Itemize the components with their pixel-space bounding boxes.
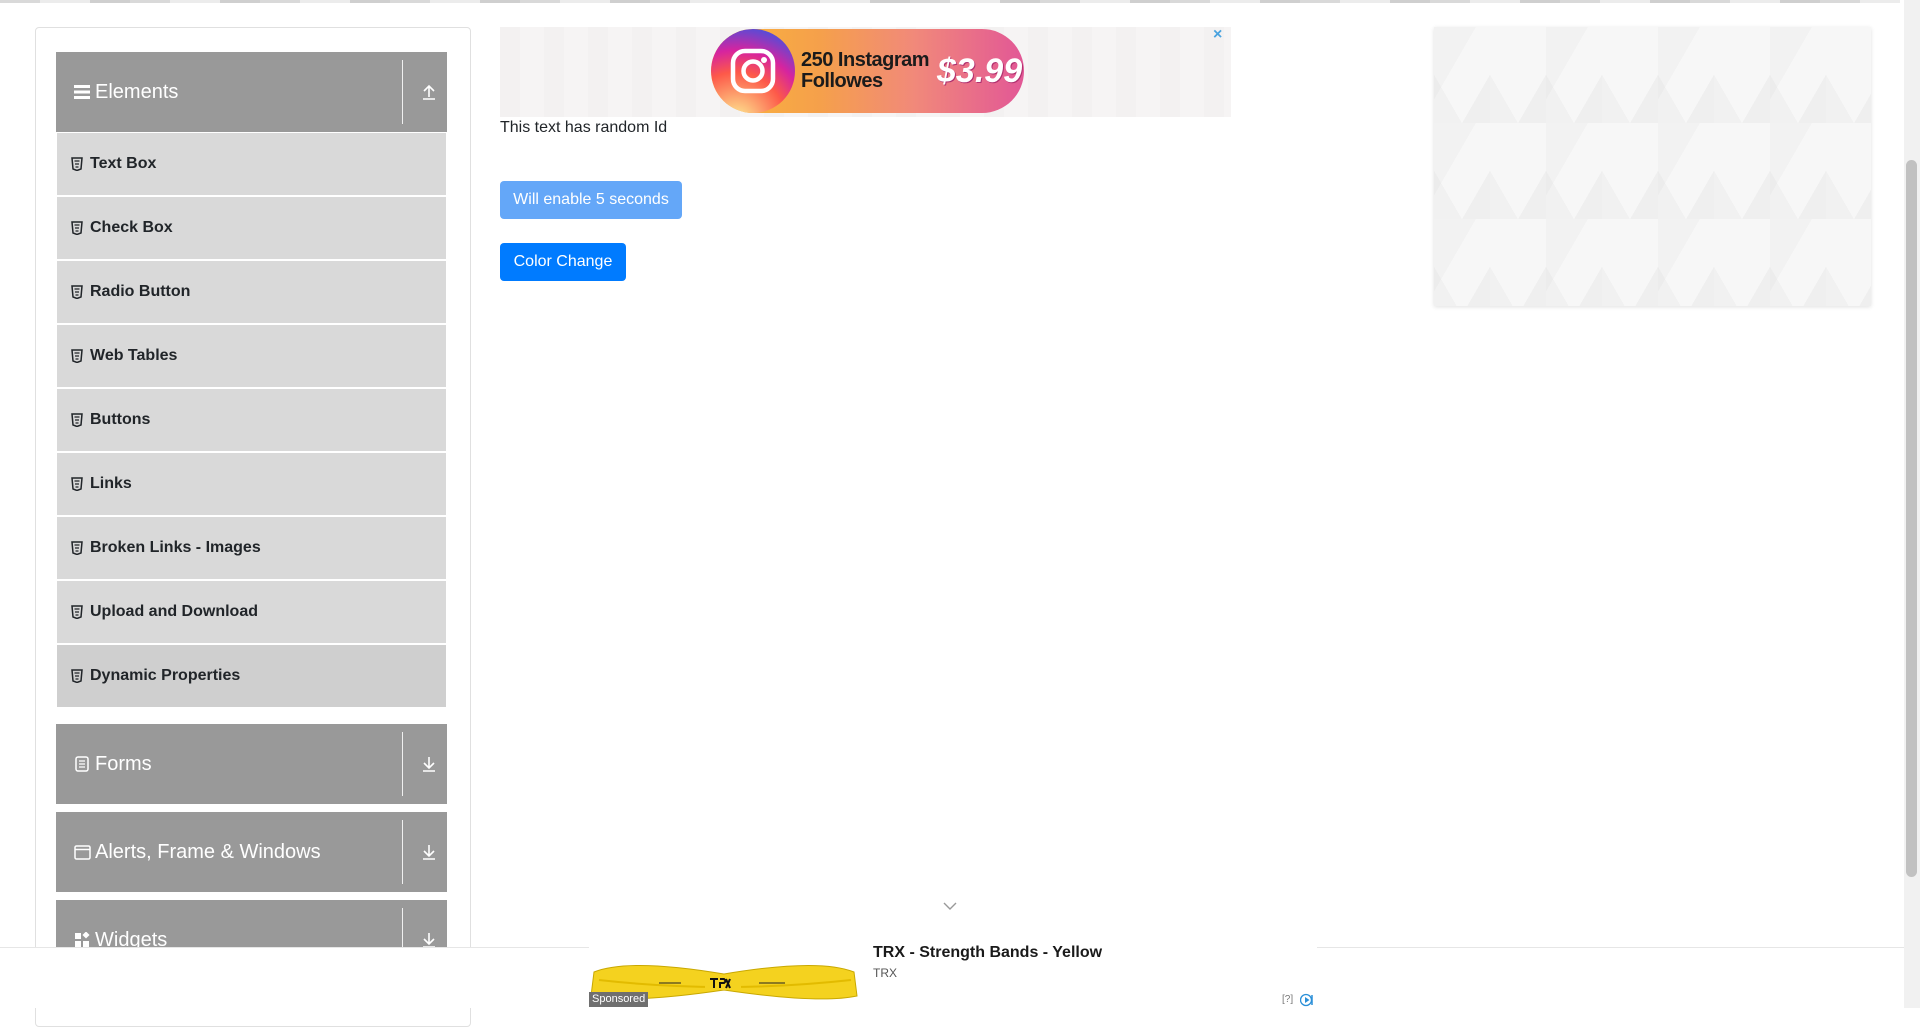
ad-price: $3.99 <box>937 51 1023 90</box>
sidebar-item-upload-download[interactable]: Upload and Download <box>57 581 446 643</box>
html-shield-icon <box>71 349 83 363</box>
group-header-elements[interactable]: Elements <box>56 52 447 132</box>
group-header-forms[interactable]: Forms <box>56 724 447 804</box>
sidebar-item-label: Buttons <box>90 411 151 428</box>
instagram-ad[interactable]: 250 Instagram Followes $3.99 <box>711 29 1024 113</box>
divider <box>402 60 403 124</box>
sidebar-item-label: Text Box <box>90 155 157 172</box>
document-icon <box>73 755 91 773</box>
instagram-logo-icon <box>711 29 795 113</box>
sidebar-item-dynamic-properties[interactable]: Dynamic Properties <box>57 645 446 707</box>
html-shield-icon <box>71 285 83 299</box>
sidebar-item-label: Links <box>90 475 132 492</box>
sidebar-item-web-tables[interactable]: Web Tables <box>57 325 446 387</box>
expand-down-icon[interactable] <box>420 843 438 861</box>
group-label: Alerts, Frame & Windows <box>95 840 321 863</box>
group-label: Elements <box>95 80 179 103</box>
hamburger-icon <box>73 83 91 101</box>
sponsored-tag: Sponsored <box>589 992 649 1007</box>
sidebar-item-label: Dynamic Properties <box>90 667 241 684</box>
group-header-alerts-frame-windows[interactable]: Alerts, Frame & Windows <box>56 812 447 892</box>
window-icon <box>73 843 91 861</box>
sidebar-item-label: Web Tables <box>90 347 178 364</box>
sidebar-item-links[interactable]: Links <box>57 453 446 515</box>
sidebar-item-broken-links[interactable]: Broken Links - Images <box>57 517 446 579</box>
html-shield-icon <box>71 541 83 555</box>
ad-line1: 250 Instagram <box>801 49 930 71</box>
html-shield-icon <box>71 221 83 235</box>
adchoices-icon[interactable] <box>1299 993 1316 1007</box>
collapse-up-icon[interactable] <box>420 83 438 101</box>
expand-down-icon[interactable] <box>420 755 438 773</box>
sponsored-brand: TRX <box>873 966 897 980</box>
ad-text: 250 Instagram Followes <box>801 49 930 92</box>
right-ad-placeholder[interactable] <box>1434 27 1871 306</box>
random-id-text: This text has random Id <box>500 119 668 136</box>
html-shield-icon <box>71 477 83 491</box>
enable-after-button[interactable]: Will enable 5 seconds <box>500 181 682 219</box>
html-shield-icon <box>71 413 83 427</box>
sidebar-item-label: Broken Links - Images <box>90 539 261 556</box>
html-shield-icon <box>71 605 83 619</box>
ad-help-link[interactable]: [?] <box>1282 994 1293 1005</box>
sidebar-item-label: Radio Button <box>90 283 191 300</box>
scrollbar-thumb[interactable] <box>1906 160 1917 877</box>
divider <box>402 820 403 884</box>
sidebar-item-label: Check Box <box>90 219 173 236</box>
ad-line2: Followes <box>801 70 883 92</box>
html-shield-icon <box>71 157 83 171</box>
sidebar-item-label: Upload and Download <box>90 603 258 620</box>
sidebar-item-check-box[interactable]: Check Box <box>57 197 446 259</box>
color-change-button[interactable]: Color Change <box>500 243 626 281</box>
sidebar-item-buttons[interactable]: Buttons <box>57 389 446 451</box>
sponsored-title[interactable]: TRX - Strength Bands - Yellow <box>873 944 1102 962</box>
sidebar-item-text-box[interactable]: Text Box <box>57 133 446 195</box>
html-shield-icon <box>71 669 83 683</box>
sidebar-item-radio-button[interactable]: Radio Button <box>57 261 446 323</box>
top-ad-strip <box>0 0 1900 3</box>
group-label: Forms <box>95 752 152 775</box>
divider <box>402 732 403 796</box>
ad-close-icon[interactable]: × <box>1213 26 1222 44</box>
chevron-down-icon[interactable] <box>942 898 958 914</box>
